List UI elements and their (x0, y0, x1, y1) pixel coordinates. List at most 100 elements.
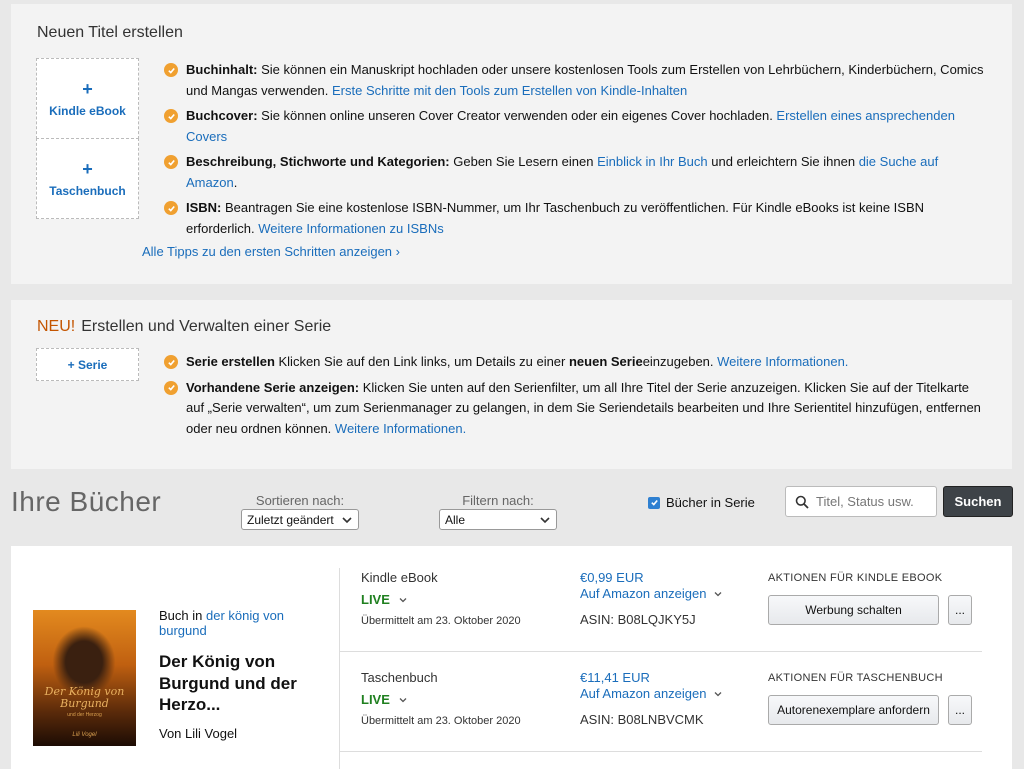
book-cover-image[interactable]: Der König von Burgund und der Herzog Lil… (33, 610, 136, 746)
new-title-heading: Neuen Titel erstellen (37, 24, 183, 41)
sort-select[interactable]: Zuletzt geändert (241, 509, 359, 530)
new-title-tips: Buchinhalt: Sie können ein Manuskript ho… (142, 60, 984, 259)
cover-artwork (47, 620, 121, 690)
checkbox-checked-icon[interactable] (648, 496, 660, 509)
tip-bold: neuen Serie (568, 354, 643, 369)
tip-link[interactable]: Erste Schritte mit den Tools zum Erstell… (332, 83, 687, 98)
tip-link[interactable]: Weitere Informationen. (335, 421, 466, 436)
all-tips-link[interactable]: Alle Tipps zu den ersten Schritten anzei… (142, 244, 962, 259)
tip-text: Geben Sie Lesern einen (449, 154, 598, 169)
cover-title: Der König von Burgund (44, 685, 125, 710)
sort-label: Sortieren nach: (255, 493, 345, 508)
divider (339, 568, 340, 769)
tip-book-cover: Buchcover: Sie können online unseren Cov… (164, 106, 984, 147)
check-icon (164, 109, 178, 123)
price-link[interactable]: €11,41 EUR (580, 670, 650, 685)
filter-value: Alle (445, 512, 466, 527)
price-link[interactable]: €0,99 EUR (580, 570, 644, 585)
book-card: Der König von Burgund und der Herzog Lil… (11, 546, 1012, 769)
series-filter-checkbox[interactable]: Bücher in Serie (648, 495, 755, 510)
create-paperback-label: Taschenbuch (49, 183, 126, 198)
tip-text: . (233, 174, 238, 190)
series-heading-text: Erstellen und Verwalten einer Serie (81, 318, 332, 335)
tip-book-content: Buchinhalt: Sie können ein Manuskript ho… (164, 60, 984, 101)
view-on-amazon-link[interactable]: Auf Amazon anzeigen (580, 586, 723, 601)
new-title-panel: Neuen Titel erstellen + Kindle eBook + T… (11, 4, 1012, 284)
chevron-down-icon (540, 516, 550, 523)
tip-description: Beschreibung, Stichworte und Kategorien:… (164, 152, 984, 193)
cover-author: Lili Vogel (72, 732, 97, 738)
create-series-button[interactable]: + Serie (36, 348, 139, 381)
divider (339, 751, 982, 752)
actions-label: AKTIONEN FÜR TASCHENBUCH (768, 672, 943, 684)
create-paperback-button[interactable]: + Taschenbuch (36, 138, 139, 219)
filter-control: Filtern nach: Alle (439, 493, 557, 530)
search-placeholder: Titel, Status usw. (816, 494, 914, 509)
book-title[interactable]: Der König von Burgund und der Herzo... (159, 651, 329, 716)
promote-button[interactable]: Werbung schalten (768, 595, 939, 625)
book-series: Buch in der könig von burgund (159, 608, 329, 638)
search-icon (795, 495, 809, 509)
divider (339, 651, 982, 652)
status-dropdown[interactable]: LIVE (361, 692, 408, 707)
series-prefix: Buch in (159, 608, 206, 623)
view-on-amazon-link[interactable]: Auf Amazon anzeigen (580, 686, 723, 701)
tip-create-series: Serie erstellen Klicken Sie auf den Link… (164, 352, 984, 373)
format-name: Kindle eBook (361, 570, 438, 585)
tip-text: Klicken Sie auf den Link links, um Detai… (274, 354, 569, 369)
more-actions-button[interactable]: ... (948, 695, 972, 725)
submitted-date: Übermittelt am 23. Oktober 2020 (361, 615, 521, 627)
format-row-kindle: Kindle eBook LIVE Übermittelt am 23. Okt… (361, 570, 991, 650)
check-icon (164, 380, 178, 395)
submitted-date: Übermittelt am 23. Oktober 2020 (361, 715, 521, 727)
filter-select[interactable]: Alle (439, 509, 557, 530)
tip-bold: Buchinhalt: (186, 62, 258, 77)
tip-bold: Vorhandene Serie anzeigen: (186, 379, 360, 395)
series-panel: NEU! Erstellen und Verwalten einer Serie … (11, 300, 1012, 469)
check-icon (164, 201, 178, 215)
order-author-copies-button[interactable]: Autorenexemplare anfordern (768, 695, 939, 725)
tip-bold: Beschreibung, Stichworte und Kategorien: (186, 154, 450, 169)
tip-bold: Serie erstellen (186, 354, 275, 369)
new-badge: NEU! (37, 318, 76, 335)
check-icon (164, 63, 178, 77)
book-info: Buch in der könig von burgund Der König … (159, 608, 329, 741)
chevron-down-icon (342, 516, 352, 523)
asin: ASIN: B08LNBVCMK (580, 712, 704, 727)
search-button[interactable]: Suchen (943, 486, 1013, 517)
sort-value: Zuletzt geändert (247, 512, 334, 527)
tip-view-series: Vorhandene Serie anzeigen: Klicken Sie u… (164, 378, 984, 440)
status-dropdown[interactable]: LIVE (361, 592, 408, 607)
tip-text: Sie können online unseren Cover Creator … (257, 108, 777, 123)
actions-label: AKTIONEN FÜR KINDLE EBOOK (768, 572, 943, 584)
create-kindle-ebook-button[interactable]: + Kindle eBook (36, 58, 139, 139)
chevron-down-icon (399, 597, 407, 602)
plus-icon: + (82, 158, 93, 179)
series-filter-label: Bücher in Serie (666, 495, 755, 510)
format-row-paperback: Taschenbuch LIVE Übermittelt am 23. Okto… (361, 670, 991, 750)
asin: ASIN: B08LQJKY5J (580, 612, 696, 627)
tip-link[interactable]: Weitere Informationen. (717, 354, 848, 369)
tip-bold: ISBN: (186, 200, 222, 215)
view-on-amazon-label: Auf Amazon anzeigen (580, 586, 707, 601)
tip-isbn: ISBN: Beantragen Sie eine kostenlose ISB… (164, 198, 984, 239)
check-icon (164, 155, 178, 169)
tip-link[interactable]: Weitere Informationen zu ISBNs (258, 221, 443, 236)
plus-icon: + (82, 78, 93, 99)
more-actions-button[interactable]: ... (948, 595, 972, 625)
series-heading: NEU! Erstellen und Verwalten einer Serie (37, 318, 331, 336)
sort-control: Sortieren nach: Zuletzt geändert (241, 493, 359, 530)
check-icon (164, 355, 178, 369)
chevron-down-icon (399, 697, 407, 702)
books-heading: Ihre Bücher (11, 486, 162, 517)
tip-bold: Buchcover: (186, 108, 258, 123)
tip-link[interactable]: Einblick in Ihr Buch (597, 154, 708, 169)
create-kindle-label: Kindle eBook (49, 103, 126, 118)
search-input[interactable]: Titel, Status usw. (785, 486, 937, 517)
book-author: Von Lili Vogel (159, 725, 238, 741)
cover-subtitle: und der Herzog (67, 712, 102, 718)
chevron-down-icon (715, 691, 722, 696)
filter-label: Filtern nach: (462, 493, 534, 508)
format-name: Taschenbuch (361, 670, 438, 685)
chevron-down-icon (715, 591, 722, 596)
